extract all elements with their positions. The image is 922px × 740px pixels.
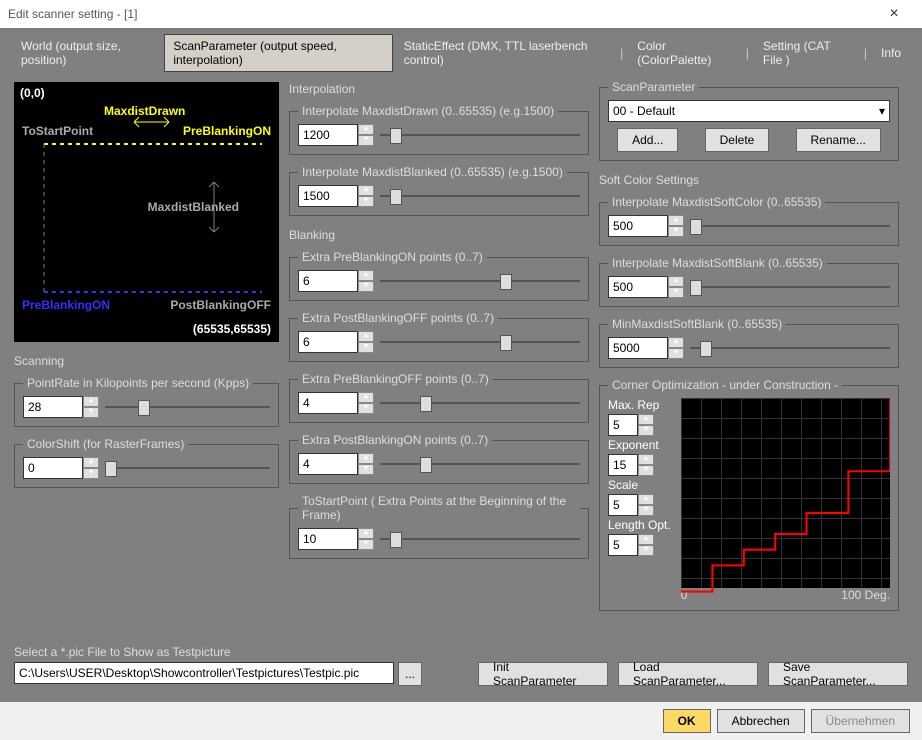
length-spinner[interactable]: ▲▼ (608, 534, 671, 556)
interp-maxdistblanked-group: Interpolate MaxdistBlanked (0..65535) (e… (289, 165, 589, 216)
scale-label: Scale (608, 478, 671, 492)
length-label: Length Opt. (608, 518, 671, 532)
scale-spinner[interactable]: ▲▼ (608, 494, 671, 516)
add-button[interactable]: Add... (617, 128, 678, 152)
delete-button[interactable]: Delete (705, 128, 770, 152)
colorshift-group: ColorShift (for RasterFrames) ▲▼ (14, 437, 279, 488)
exponent-label: Exponent (608, 438, 671, 452)
scanparam-select[interactable]: 00 - Default▾ (608, 100, 890, 122)
colorshift-spinner[interactable]: ▲▼ (23, 457, 99, 479)
maxrep-label: Max. Rep (608, 398, 671, 412)
extra-preblankoff-group: Extra PreBlankingOFF points (0..7) ▲▼ (289, 372, 589, 423)
interpolation-heading: Interpolation (289, 82, 589, 96)
cancel-button[interactable]: Abbrechen (717, 709, 805, 733)
tab-bar: World (output size, position) ScanParame… (0, 28, 922, 76)
titlebar: Edit scanner setting - [1] × (0, 0, 922, 28)
interp-drawn-slider[interactable] (380, 125, 580, 145)
pointrate-legend: PointRate in Kilopoints per second (Kpps… (23, 376, 253, 390)
spin-up-icon[interactable]: ▲ (83, 396, 99, 407)
interp-softblank-group: Interpolate MaxdistSoftBlank (0..65535) … (599, 256, 899, 307)
extra-preon-slider[interactable] (380, 271, 580, 291)
scanning-heading: Scanning (14, 354, 279, 368)
corner-graph (681, 398, 890, 588)
extra-postoff-slider[interactable] (380, 332, 580, 352)
pointrate-group: PointRate in Kilopoints per second (Kpps… (14, 376, 279, 427)
scanparameter-group: ScanParameter 00 - Default▾ Add... Delet… (599, 80, 899, 161)
tab-scanparameter[interactable]: ScanParameter (output speed, interpolati… (164, 34, 392, 72)
testpic-path-input[interactable] (14, 662, 394, 684)
maxrep-spinner[interactable]: ▲▼ (608, 414, 671, 436)
interp-maxdistdrawn-group: Interpolate MaxdistDrawn (0..65535) (e.g… (289, 104, 589, 155)
tab-color[interactable]: Color (ColorPalette) (628, 34, 740, 72)
init-scanparam-button[interactable]: Init ScanParameter (478, 662, 608, 686)
load-scanparam-button[interactable]: Load ScanParameter... (618, 662, 758, 686)
browse-button[interactable]: ... (398, 662, 422, 686)
rename-button[interactable]: Rename... (796, 128, 881, 152)
tostartpoint-group: ToStartPoint ( Extra Points at the Begin… (289, 494, 589, 559)
save-scanparam-button[interactable]: Save ScanParameter... (768, 662, 908, 686)
apply-button[interactable]: Übernehmen (811, 709, 910, 733)
pointrate-spinner[interactable]: ▲▼ (23, 396, 99, 418)
interp-softcolor-group: Interpolate MaxdistSoftColor (0..65535) … (599, 195, 899, 246)
blanking-heading: Blanking (289, 228, 589, 242)
interp-blanked-slider[interactable] (380, 186, 580, 206)
dialog-footer: OK Abbrechen Übernehmen (0, 702, 922, 740)
close-icon[interactable]: × (874, 0, 914, 28)
tab-staticeffect[interactable]: StaticEffect (DMX, TTL laserbench contro… (395, 34, 615, 72)
colorshift-input[interactable] (23, 457, 83, 479)
window-title: Edit scanner setting - [1] (8, 0, 137, 28)
spin-down-icon[interactable]: ▼ (83, 407, 99, 418)
testpic-label: Select a *.pic File to Show as Testpictu… (14, 645, 468, 659)
tostart-slider[interactable] (380, 529, 580, 549)
extra-postblankon-group: Extra PostBlankingON points (0..7) ▲▼ (289, 433, 589, 484)
ok-button[interactable]: OK (663, 709, 711, 733)
spin-down-icon[interactable]: ▼ (83, 468, 99, 479)
colorshift-legend: ColorShift (for RasterFrames) (23, 437, 188, 451)
pointrate-slider[interactable] (105, 397, 270, 417)
exponent-spinner[interactable]: ▲▼ (608, 454, 671, 476)
interp-blanked-spinner[interactable]: ▲▼ (298, 185, 374, 207)
scan-diagram: (0,0) MaxdistDrawn ToStartPoint PreBlank… (14, 82, 279, 342)
extra-poston-slider[interactable] (380, 454, 580, 474)
corner-optimization-group: Corner Optimization - under Construction… (599, 378, 899, 611)
extra-postblankoff-group: Extra PostBlankingOFF points (0..7) ▲▼ (289, 311, 589, 362)
pointrate-input[interactable] (23, 396, 83, 418)
tab-world[interactable]: World (output size, position) (12, 34, 162, 72)
extra-preblankon-group: Extra PreBlankingON points (0..7) ▲▼ (289, 250, 589, 301)
tab-info[interactable]: Info (872, 41, 910, 65)
interp-drawn-spinner[interactable]: ▲▼ (298, 124, 374, 146)
tab-setting[interactable]: Setting (CAT File ) (754, 34, 859, 72)
extra-preoff-slider[interactable] (380, 393, 580, 413)
softcolor-heading: Soft Color Settings (599, 173, 899, 187)
min-softblank-group: MinMaxdistSoftBlank (0..65535) ▲▼ (599, 317, 899, 368)
spin-up-icon[interactable]: ▲ (83, 457, 99, 468)
colorshift-slider[interactable] (105, 458, 270, 478)
chevron-down-icon: ▾ (879, 104, 885, 118)
